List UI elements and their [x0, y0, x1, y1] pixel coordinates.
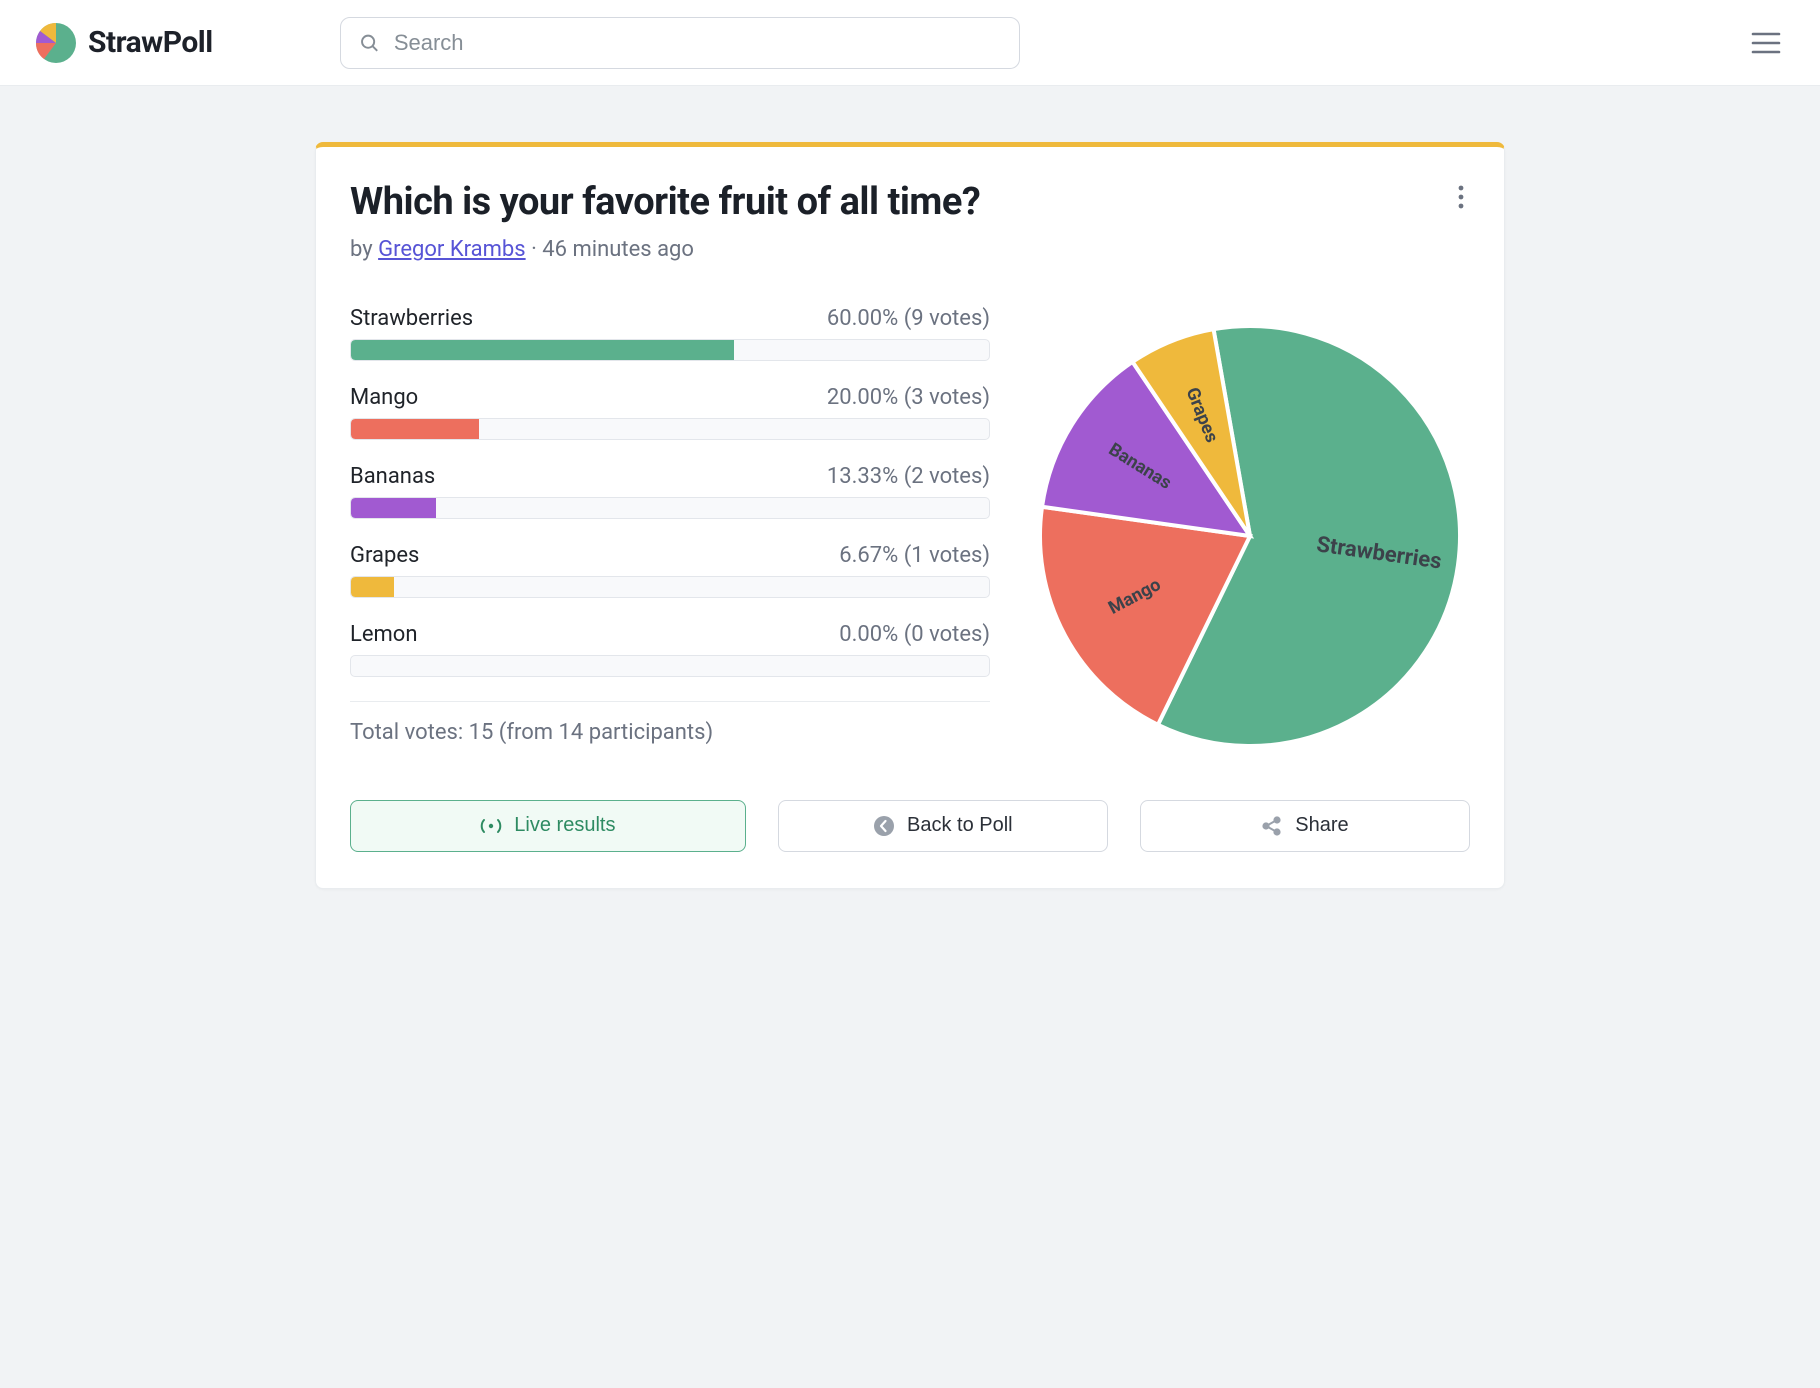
option-value: 20.00% (3 votes) — [827, 385, 990, 410]
option-value: 60.00% (9 votes) — [827, 306, 990, 331]
live-results-label: Live results — [514, 814, 615, 837]
bar-track — [350, 655, 990, 677]
share-icon — [1261, 815, 1283, 837]
bar-fill — [351, 419, 479, 439]
live-icon — [480, 817, 502, 835]
divider — [350, 701, 990, 702]
topbar: StrawPoll — [0, 0, 1820, 86]
option-label: Mango — [350, 385, 418, 410]
option-value: 6.67% (1 votes) — [839, 543, 990, 568]
live-results-button[interactable]: Live results — [350, 800, 746, 852]
by-prefix: by — [350, 237, 378, 262]
option-value: 0.00% (0 votes) — [839, 622, 990, 647]
poll-author[interactable]: Gregor Krambs — [378, 237, 526, 262]
result-row: Lemon 0.00% (0 votes) — [350, 622, 990, 677]
result-row: Mango 20.00% (3 votes) — [350, 385, 990, 440]
bar-track — [350, 497, 990, 519]
bar-track — [350, 576, 990, 598]
option-label: Bananas — [350, 464, 435, 489]
bar-fill — [351, 340, 734, 360]
more-options-button[interactable] — [1452, 179, 1470, 219]
search-box[interactable] — [340, 17, 1020, 69]
total-votes: Total votes: 15 (from 14 participants) — [350, 720, 990, 745]
option-label: Grapes — [350, 543, 419, 568]
search-icon — [359, 32, 380, 54]
share-button[interactable]: Share — [1140, 800, 1470, 852]
results-bars: Strawberries 60.00% (9 votes) Mango 20.00% … — [350, 306, 990, 756]
option-value: 13.33% (2 votes) — [827, 464, 990, 489]
hamburger-icon — [1751, 31, 1781, 55]
result-row: Bananas 13.33% (2 votes) — [350, 464, 990, 519]
poll-time: 46 minutes ago — [542, 237, 694, 262]
poll-meta: by Gregor Krambs · 46 minutes ago — [350, 237, 980, 262]
bar-track — [350, 339, 990, 361]
poll-card: Which is your favorite fruit of all time… — [315, 142, 1505, 889]
meta-sep: · — [526, 237, 543, 262]
result-row: Grapes 6.67% (1 votes) — [350, 543, 990, 598]
bar-fill — [351, 498, 436, 518]
kebab-icon — [1458, 185, 1464, 209]
search-wrap — [340, 17, 1020, 69]
poll-title: Which is your favorite fruit of all time… — [350, 179, 980, 227]
share-label: Share — [1295, 814, 1348, 837]
brand[interactable]: StrawPoll — [36, 23, 316, 63]
result-row: Strawberries 60.00% (9 votes) — [350, 306, 990, 361]
bar-fill — [351, 577, 394, 597]
back-label: Back to Poll — [907, 814, 1013, 837]
action-bar: Live results Back to Poll Share — [350, 800, 1470, 852]
menu-button[interactable] — [1748, 25, 1784, 61]
pie-chart: StrawberriesMangoBananasGrapes — [1030, 306, 1470, 756]
back-to-poll-button[interactable]: Back to Poll — [778, 800, 1108, 852]
brand-logo-icon — [36, 23, 76, 63]
back-icon — [873, 815, 895, 837]
option-label: Lemon — [350, 622, 418, 647]
option-label: Strawberries — [350, 306, 473, 331]
bar-track — [350, 418, 990, 440]
search-input[interactable] — [394, 30, 1001, 56]
brand-name: StrawPoll — [88, 25, 213, 60]
